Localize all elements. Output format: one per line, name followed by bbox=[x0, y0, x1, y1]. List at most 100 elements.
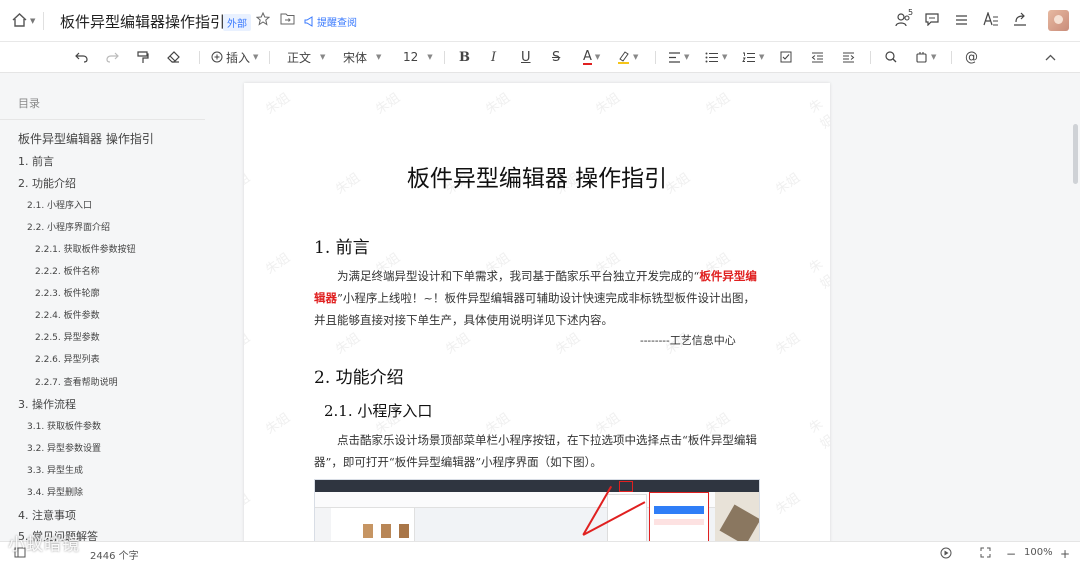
toc-item[interactable]: 2.2. 小程序界面介绍 bbox=[27, 220, 110, 233]
watermark-text: 朱姐 bbox=[703, 90, 734, 118]
entry-paragraph: 点击酷家乐设计场景顶部菜单栏小程序按钮，在下拉选项中选择点击“板件异型编辑器”，… bbox=[314, 433, 757, 469]
screenshot-item bbox=[399, 524, 409, 538]
toc-item[interactable]: 2.2.5. 异型参数 bbox=[35, 330, 100, 343]
bullet-list-button[interactable]: ▼ bbox=[705, 49, 727, 65]
menu-list-icon[interactable] bbox=[955, 14, 968, 26]
brand-watermark: 小蚁暗镜 bbox=[8, 535, 80, 555]
format-painter-icon[interactable] bbox=[137, 49, 149, 65]
star-icon[interactable] bbox=[256, 12, 270, 26]
chevron-down-icon: ▼ bbox=[722, 53, 728, 61]
zoom-in-icon[interactable]: + bbox=[1060, 547, 1070, 561]
screenshot-dialog-warning bbox=[654, 519, 704, 525]
toc-item[interactable]: 2.2.2. 板件名称 bbox=[35, 264, 100, 277]
play-icon[interactable] bbox=[940, 547, 952, 559]
search-icon[interactable] bbox=[885, 49, 897, 65]
collapse-toolbar-icon[interactable] bbox=[1045, 49, 1056, 65]
watermark-text: 朱姐 bbox=[806, 416, 830, 453]
numbered-list-icon bbox=[742, 52, 755, 62]
toc-item[interactable]: 2.2.3. 板件轮廓 bbox=[35, 286, 100, 299]
toc-item[interactable]: 2. 功能介绍 bbox=[18, 175, 76, 191]
doc-title[interactable]: 板件异型编辑器操作指引 bbox=[60, 11, 225, 32]
toc-item[interactable]: 2.2.4. 板件参数 bbox=[35, 308, 100, 321]
underline-icon[interactable]: U bbox=[521, 49, 531, 65]
align-button[interactable]: ▼ bbox=[668, 49, 689, 65]
divider bbox=[655, 51, 656, 64]
numbered-list-button[interactable]: ▼ bbox=[742, 49, 764, 65]
watermark-text: 朱姐 bbox=[263, 250, 294, 278]
status-bar: 2446 个字 − 100% + bbox=[0, 541, 1080, 564]
toc-item[interactable]: 板件异型编辑器 操作指引 bbox=[18, 130, 154, 147]
remind-label: 提醒查阅 bbox=[317, 18, 357, 29]
watermark-text: 朱姐 bbox=[333, 330, 364, 358]
strikethrough-icon[interactable]: S bbox=[552, 49, 560, 65]
divider bbox=[444, 51, 445, 64]
plugin-button[interactable]: ▼ bbox=[915, 49, 936, 65]
share-icon[interactable] bbox=[1013, 12, 1027, 26]
watermark-text: 朱姐 bbox=[806, 256, 830, 293]
watermark-text: 朱姐 bbox=[593, 90, 624, 118]
user-avatar[interactable] bbox=[1048, 10, 1069, 31]
chevron-down-icon: ▼ bbox=[320, 53, 326, 61]
fullscreen-icon[interactable] bbox=[980, 547, 991, 558]
zoom-level[interactable]: 100% bbox=[1024, 547, 1053, 558]
watermark-text: 朱姐 bbox=[483, 90, 514, 118]
external-badge: 外部 bbox=[223, 14, 251, 31]
outdent-icon[interactable] bbox=[811, 49, 824, 65]
toc-item[interactable]: 2.1. 小程序入口 bbox=[27, 198, 92, 211]
watermark-text: 朱姐 bbox=[373, 90, 404, 118]
toc-item[interactable]: 2.2.7. 查看帮助说明 bbox=[35, 375, 118, 388]
watermark-text: 朱姐 bbox=[263, 90, 294, 118]
toc-item[interactable]: 4. 注意事项 bbox=[18, 507, 76, 523]
document-page[interactable]: 朱姐 朱姐 朱姐 朱姐 朱姐 朱姐 朱姐 朱姐 朱姐 朱姐 朱姐 朱姐 朱姐 朱姐 朱姐 朱姐 朱姐 朱姐 朱姐 朱姐… bbox=[244, 83, 830, 553]
divider bbox=[0, 119, 205, 120]
highlight-button[interactable]: ▼ bbox=[617, 49, 638, 65]
comment-icon[interactable] bbox=[925, 13, 939, 26]
plus-circle-icon bbox=[211, 51, 223, 63]
indent-icon[interactable] bbox=[842, 49, 855, 65]
home-icon[interactable] bbox=[12, 13, 27, 27]
mention-icon[interactable]: @ bbox=[965, 49, 978, 65]
paragraph-style-select[interactable]: 正文 ▼ bbox=[287, 49, 325, 65]
zoom-out-icon[interactable]: − bbox=[1006, 547, 1016, 561]
checkbox-list-icon[interactable] bbox=[780, 49, 792, 65]
font-color-button[interactable]: A ▼ bbox=[583, 49, 600, 65]
toc-item[interactable]: 3.2. 异型参数设置 bbox=[27, 441, 101, 454]
bold-icon[interactable]: B bbox=[459, 49, 470, 65]
divider bbox=[269, 51, 270, 64]
paragraph-style-value: 正文 bbox=[287, 50, 312, 65]
italic-icon[interactable]: I bbox=[491, 49, 496, 65]
toc-item[interactable]: 2.2.1. 获取板件参数按钮 bbox=[35, 242, 136, 255]
toc-item[interactable]: 3.1. 获取板件参数 bbox=[27, 419, 101, 432]
eraser-icon[interactable] bbox=[167, 49, 180, 65]
font-size-select[interactable]: 12 ▼ bbox=[403, 49, 433, 65]
format-toolbar: 插入 ▼ 正文 ▼ 宋体 ▼ 12 ▼ B I U S A ▼ ▼ ▼ ▼ ▼ bbox=[0, 42, 1080, 73]
divider bbox=[870, 51, 871, 64]
toc-heading: 目录 bbox=[18, 97, 40, 110]
chevron-down-icon: ▼ bbox=[253, 53, 259, 61]
screenshot-highlight-box bbox=[619, 481, 633, 492]
remind-button[interactable]: 提醒查阅 bbox=[304, 14, 357, 29]
toc-item[interactable]: 3.3. 异型生成 bbox=[27, 463, 83, 476]
undo-icon[interactable] bbox=[75, 49, 88, 65]
insert-button[interactable]: 插入 ▼ bbox=[211, 49, 258, 65]
scrollbar-thumb[interactable] bbox=[1073, 124, 1078, 184]
folder-move-icon[interactable] bbox=[280, 12, 295, 25]
redo-icon[interactable] bbox=[106, 49, 119, 65]
megaphone-icon bbox=[304, 16, 313, 27]
toc-item[interactable]: 1. 前言 bbox=[18, 153, 54, 169]
watermark-text: 朱姐 bbox=[263, 410, 294, 438]
heading-features: 2. 功能介绍 bbox=[314, 368, 404, 388]
watermark-text: 朱姐 bbox=[553, 330, 584, 358]
watermark-text: 朱姐 bbox=[244, 330, 254, 358]
screenshot-item bbox=[363, 524, 373, 538]
screenshot-topbar bbox=[315, 480, 759, 492]
screenshot-item bbox=[381, 524, 391, 538]
divider bbox=[43, 12, 44, 30]
font-family-select[interactable]: 宋体 ▼ bbox=[343, 49, 381, 65]
text-size-icon[interactable] bbox=[983, 12, 999, 26]
toc-item[interactable]: 3. 操作流程 bbox=[18, 396, 76, 412]
toc-item[interactable]: 2.2.6. 异型列表 bbox=[35, 352, 100, 365]
toc-item[interactable]: 3.4. 异型删除 bbox=[27, 485, 83, 498]
watermark-text: 朱姐 bbox=[244, 490, 254, 518]
chevron-down-icon[interactable]: ▼ bbox=[30, 17, 35, 25]
